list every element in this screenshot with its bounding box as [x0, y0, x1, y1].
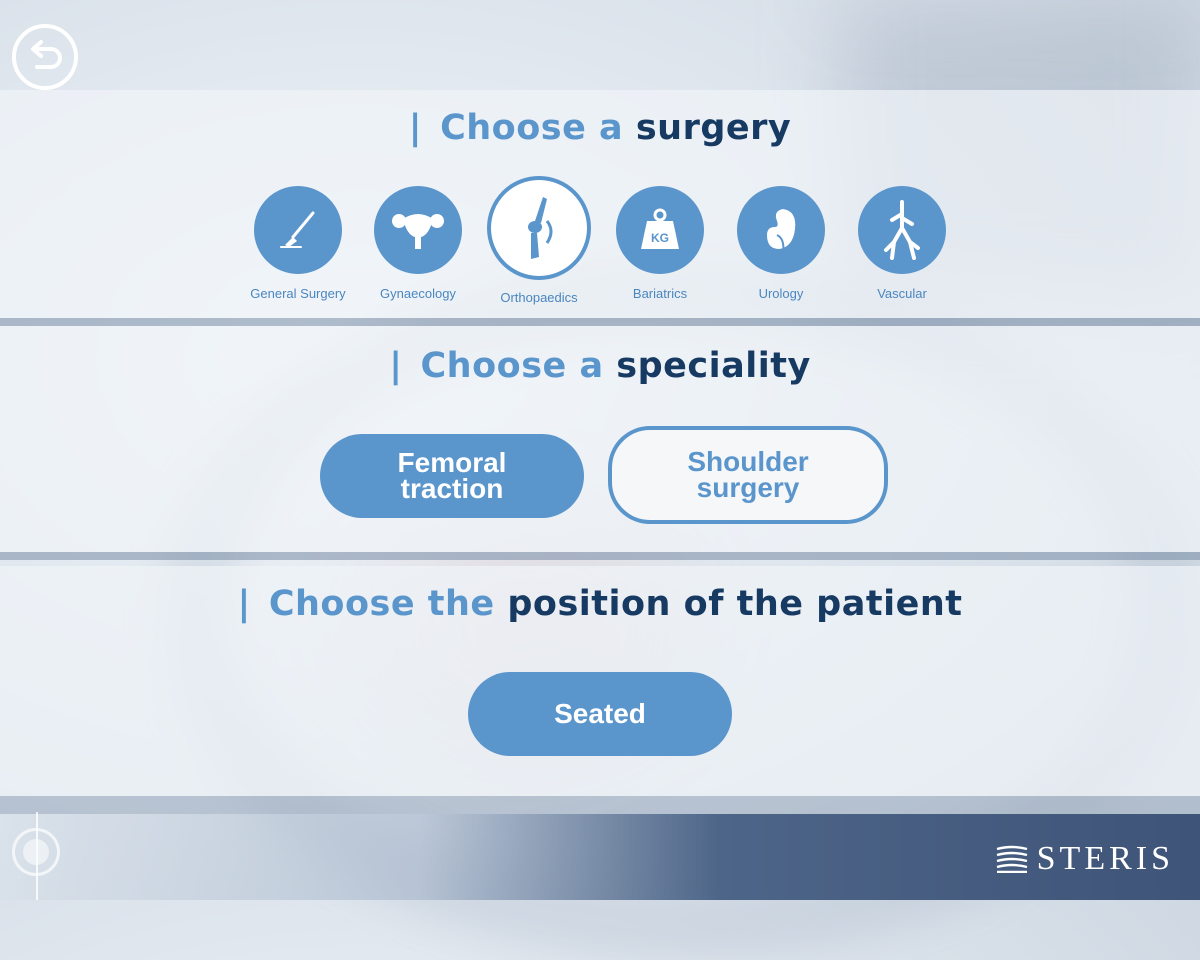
- scalpel-icon: [280, 211, 315, 248]
- divider: [0, 318, 1200, 326]
- divider: [0, 552, 1200, 560]
- position-heading: | Choose the position of the patient: [237, 584, 963, 624]
- surgery-options: General Surgery Gynaecology Orthopaedics: [238, 176, 958, 305]
- divider: [0, 796, 1200, 814]
- back-button[interactable]: [12, 24, 78, 90]
- surgery-option-label: Vascular: [877, 286, 927, 301]
- surgery-option-label: Urology: [758, 286, 804, 301]
- surgery-option-orthopaedics[interactable]: Orthopaedics: [479, 176, 599, 305]
- surgery-heading: | Choose a surgery: [408, 108, 792, 148]
- button-label-line: traction: [400, 473, 504, 504]
- heading-dark-text: surgery: [635, 108, 792, 148]
- heading-dark-text: position of the patient: [507, 584, 963, 624]
- vessels-icon: [884, 200, 920, 260]
- surgery-option-label: General Surgery: [250, 286, 346, 301]
- brand-name: STERIS: [1036, 840, 1174, 877]
- back-arrow-icon: [31, 40, 62, 69]
- surgery-option-general-surgery[interactable]: General Surgery: [238, 186, 358, 301]
- surgery-option-label: Orthopaedics: [500, 290, 578, 305]
- heading-dark-text: speciality: [616, 346, 811, 386]
- surgery-option-urology[interactable]: Urology: [721, 186, 841, 301]
- speciality-heading: | Choose a speciality: [389, 346, 811, 386]
- surgery-option-vascular[interactable]: Vascular: [842, 186, 962, 301]
- position-seated-button[interactable]: Seated: [468, 672, 732, 756]
- heading-light-text: Choose a: [440, 108, 624, 148]
- speciality-femoral-traction-button[interactable]: Femoral traction: [320, 434, 584, 518]
- surgery-option-label: Bariatrics: [632, 286, 688, 301]
- kidney-icon: [767, 209, 796, 254]
- surgery-option-gynaecology[interactable]: Gynaecology: [358, 186, 478, 301]
- button-label: Seated: [554, 698, 646, 729]
- surgery-option-label: Gynaecology: [380, 286, 456, 301]
- heading-light-text: Choose a: [420, 346, 604, 386]
- button-label-line: surgery: [696, 472, 800, 503]
- weight-kg-icon: KG: [641, 208, 679, 249]
- svg-text:KG: KG: [651, 231, 669, 245]
- surgery-option-bariatrics[interactable]: KG Bariatrics: [600, 186, 720, 301]
- steris-logo: STERIS: [995, 840, 1174, 878]
- target-icon[interactable]: [12, 828, 60, 876]
- heading-light-text: Choose the: [268, 584, 495, 624]
- bone-joint-icon: [528, 197, 553, 259]
- steris-mark-icon: [996, 845, 1027, 873]
- uterus-icon: [392, 214, 444, 249]
- speciality-shoulder-surgery-button[interactable]: Shoulder surgery: [608, 426, 888, 524]
